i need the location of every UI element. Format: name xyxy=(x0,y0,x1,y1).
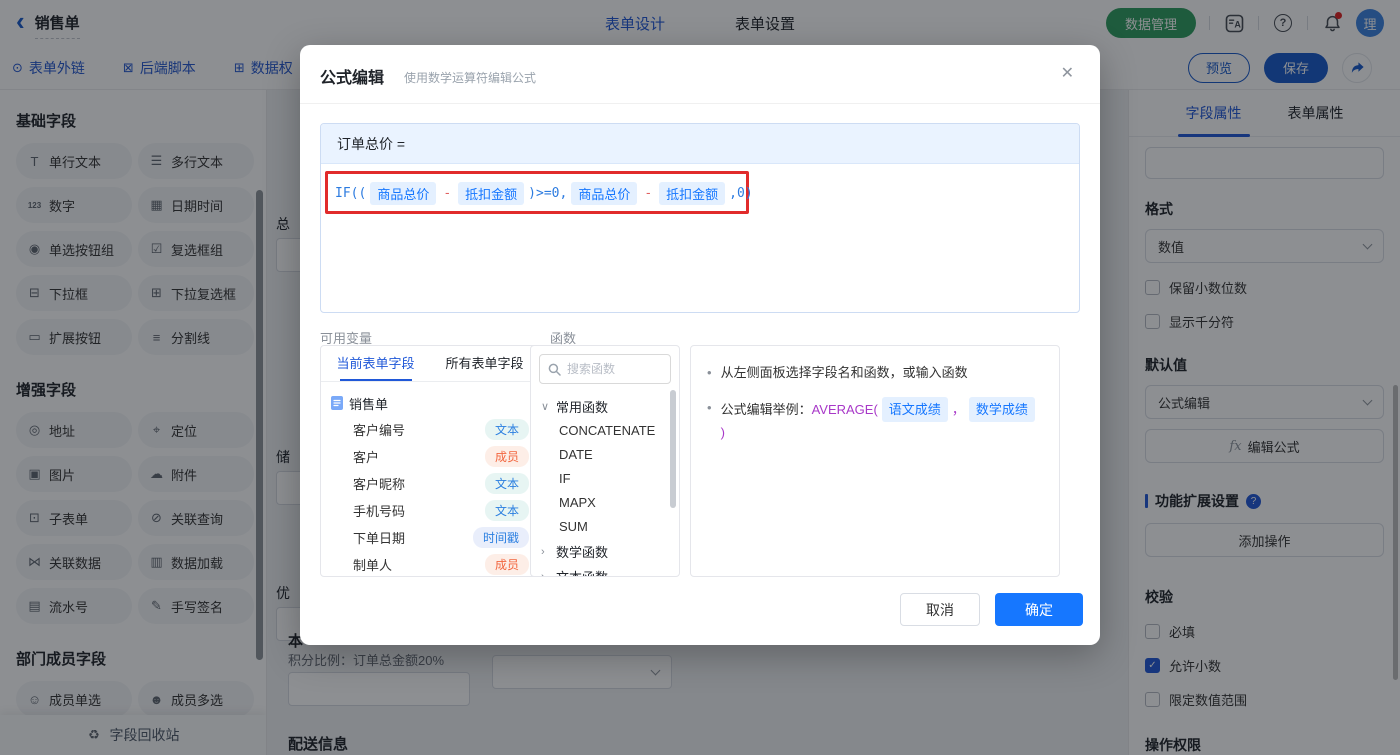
search-icon xyxy=(548,363,561,376)
tip-example: 公式编辑举例： AVERAGE(语文成绩，数学成绩) xyxy=(721,397,1043,443)
function-group-label: 常用函数 xyxy=(556,400,609,415)
tab-所有表单字段[interactable]: 所有表单字段 xyxy=(430,346,539,381)
variables-tabs: 当前表单字段 所有表单字段 xyxy=(321,346,539,382)
variable-item-手机号码[interactable]: 手机号码 文本 xyxy=(331,497,529,524)
variable-item-客户[interactable]: 客户 成员 xyxy=(331,443,529,470)
formula-line[interactable]: IF((商品总价 - 抵扣金额)>=0, 商品总价 - 抵扣金额 ,0) xyxy=(335,178,753,208)
function-item-IF[interactable]: IF xyxy=(541,467,669,491)
formula-editor-modal: 公式编辑 使用数学运算符编辑公式 ✕ 订单总价 = IF((商品总价 - 抵扣金额)… xyxy=(300,45,1100,645)
formula-token: )>=0, xyxy=(528,185,568,201)
chevron-right-icon: › xyxy=(541,570,545,577)
variables-list-wrap: 销售单 客户编号 文本 客户 成员 客户昵称 文本 手机号码 文本 下单日期 时间戳 制单人 成员 xyxy=(321,382,539,576)
function-tree: ∨ 常用函数 CONCATENATEDATEIFMAPXSUM › 数学函数 › 文本函数 xyxy=(531,392,679,577)
chevron-down-icon: ∨ xyxy=(541,401,550,413)
field-chip: 抵扣金额 xyxy=(458,181,525,205)
formula-token: - xyxy=(443,185,452,201)
function-group-文本函数[interactable]: › 文本函数 xyxy=(541,564,669,577)
bullet-icon: • xyxy=(707,400,712,415)
variable-item-客户编号[interactable]: 客户编号 文本 xyxy=(331,416,529,443)
modal-divider xyxy=(300,103,1100,104)
variable-name: 客户 xyxy=(353,450,380,465)
functions-scrollbar[interactable] xyxy=(670,390,676,508)
functions-panel: ∨ 常用函数 CONCATENATEDATEIFMAPXSUM › 数学函数 › 文本函数 xyxy=(530,345,680,577)
variable-item-下单日期[interactable]: 下单日期 时间戳 xyxy=(331,524,529,551)
formula-token: IF(( xyxy=(335,185,367,201)
function-group-数学函数[interactable]: › 数学函数 xyxy=(541,539,669,564)
modal-subtitle: 使用数学运算符编辑公式 xyxy=(404,71,537,85)
bullet-icon: • xyxy=(707,365,712,380)
tip-line-2: • 公式编辑举例： AVERAGE(语文成绩，数学成绩) xyxy=(707,397,1043,443)
variable-name: 手机号码 xyxy=(353,504,406,519)
function-group-label: 文本函数 xyxy=(556,567,608,576)
variable-name: 客户编号 xyxy=(353,423,406,438)
field-chip: 抵扣金额 xyxy=(659,181,726,205)
function-item-DATE[interactable]: DATE xyxy=(541,443,669,467)
tip-line-1: • 从左侧面板选择字段名和函数，或输入函数 xyxy=(707,362,1043,383)
formula-token: ， xyxy=(951,402,965,417)
field-chip: 数学成绩 xyxy=(968,397,1035,422)
field-type-badge: 文本 xyxy=(484,500,529,521)
field-type-badge: 成员 xyxy=(484,446,529,467)
tip-text: 从左侧面板选择字段名和函数，或输入函数 xyxy=(720,365,968,380)
cancel-button[interactable]: 取消 xyxy=(900,593,980,626)
confirm-button[interactable]: 确定 xyxy=(995,593,1083,626)
formula-token: ,0) xyxy=(729,185,753,201)
app-window: ‹ 销售单 表单设计 表单设置 数据管理 A ? 理 ⊙ 表单外链 ⊠ 后端脚本… xyxy=(0,0,1400,755)
root-form-name: 销售单 xyxy=(349,396,389,412)
formula-token: AVERAGE( xyxy=(811,402,878,417)
modal-title: 公式编辑 xyxy=(320,70,385,87)
function-group-常用函数[interactable]: ∨ 常用函数 xyxy=(541,394,669,419)
variable-item-制单人[interactable]: 制单人 成员 xyxy=(331,551,529,576)
function-item-CONCATENATE[interactable]: CONCATENATE xyxy=(541,419,669,443)
variable-list: 客户编号 文本 客户 成员 客户昵称 文本 手机号码 文本 下单日期 时间戳 制单人 成员 xyxy=(331,416,529,576)
form-doc-icon xyxy=(331,396,343,410)
function-item-SUM[interactable]: SUM xyxy=(541,515,669,539)
variable-name: 客户昵称 xyxy=(353,477,406,492)
close-icon[interactable]: ✕ xyxy=(1061,63,1074,83)
function-item-MAPX[interactable]: MAPX xyxy=(541,491,669,515)
field-type-badge: 时间戳 xyxy=(472,527,529,548)
field-chip: 商品总价 xyxy=(571,181,638,205)
formula-token: - xyxy=(644,185,653,201)
function-group-label: 数学函数 xyxy=(556,545,609,560)
field-type-badge: 文本 xyxy=(484,419,529,440)
field-chip: 语文成绩 xyxy=(881,397,948,422)
formula-token: ) xyxy=(720,425,725,440)
formula-editor-box[interactable]: 订单总价 = IF((商品总价 - 抵扣金额)>=0, 商品总价 - 抵扣金额 ,0) xyxy=(320,123,1080,313)
variable-name: 制单人 xyxy=(353,558,393,573)
function-search-input[interactable] xyxy=(567,362,657,376)
chevron-right-icon: › xyxy=(541,545,545,558)
field-type-badge: 文本 xyxy=(484,473,529,494)
tab-当前表单字段[interactable]: 当前表单字段 xyxy=(321,346,430,381)
variable-item-客户昵称[interactable]: 客户昵称 文本 xyxy=(331,470,529,497)
function-search[interactable] xyxy=(539,354,671,384)
variable-name: 下单日期 xyxy=(353,531,406,546)
formula-target-label: 订单总价 = xyxy=(337,135,406,152)
field-chip: 商品总价 xyxy=(370,181,437,205)
formula-target: 订单总价 = xyxy=(321,124,1079,164)
formula-token: 公式编辑举例： xyxy=(720,402,812,417)
tips-panel: • 从左侧面板选择字段名和函数，或输入函数 • 公式编辑举例： AVERAGE(语… xyxy=(690,345,1060,577)
variables-root-node[interactable]: 销售单 xyxy=(331,390,529,416)
variables-panel: 当前表单字段 所有表单字段 销售单 客户编号 文本 客户 成员 客户昵称 文本 手机号码 文本下… xyxy=(320,345,540,577)
field-type-badge: 成员 xyxy=(484,554,529,575)
